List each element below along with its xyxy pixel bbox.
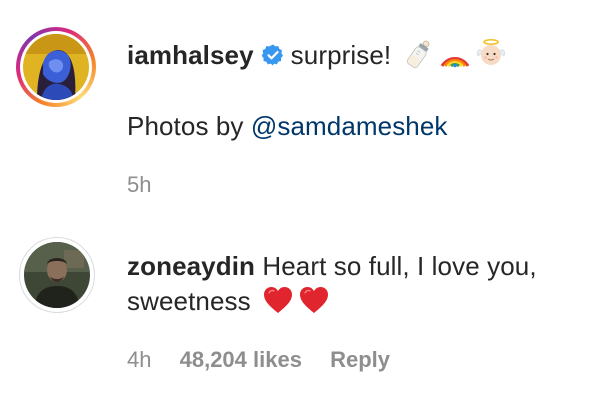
- comment-text-part-2: sweetness: [127, 286, 251, 316]
- credit-mention-link[interactable]: @samdameshek: [251, 111, 448, 141]
- post-timestamp[interactable]: 5h: [127, 172, 151, 198]
- comment-author-avatar[interactable]: [19, 237, 95, 313]
- baby-bottle-icon: [403, 38, 435, 77]
- post-author-avatar[interactable]: [16, 27, 96, 107]
- credit-prefix: Photos by: [127, 111, 244, 141]
- baby-angel-icon: [475, 38, 507, 77]
- comment-author-username[interactable]: zoneaydin: [127, 251, 255, 281]
- comment-timestamp[interactable]: 4h: [127, 347, 151, 372]
- comment-likes-count[interactable]: 48,204 likes: [180, 347, 302, 372]
- comment-text-line-1: zoneaydin Heart so full, I love you,: [127, 250, 537, 282]
- reply-button[interactable]: Reply: [330, 347, 390, 372]
- post-caption-line: iamhalsey surprise!: [127, 38, 507, 77]
- rainbow-icon: [439, 38, 471, 77]
- post-caption-text: surprise!: [290, 40, 392, 70]
- photo-credit-line: Photos by @samdameshek: [127, 110, 448, 142]
- avatar-image: [24, 242, 90, 308]
- avatar-image: [23, 34, 89, 100]
- comment-text-line-2: sweetness: [127, 284, 330, 323]
- verified-badge-icon: [261, 42, 285, 74]
- red-heart-icon: [298, 284, 330, 323]
- comment-meta-row: 4h 48,204 likes Reply: [127, 347, 390, 373]
- red-heart-icon: [262, 284, 294, 323]
- post-author-username[interactable]: iamhalsey: [127, 40, 254, 70]
- comment-text-part-1: Heart so full, I love you,: [262, 251, 537, 281]
